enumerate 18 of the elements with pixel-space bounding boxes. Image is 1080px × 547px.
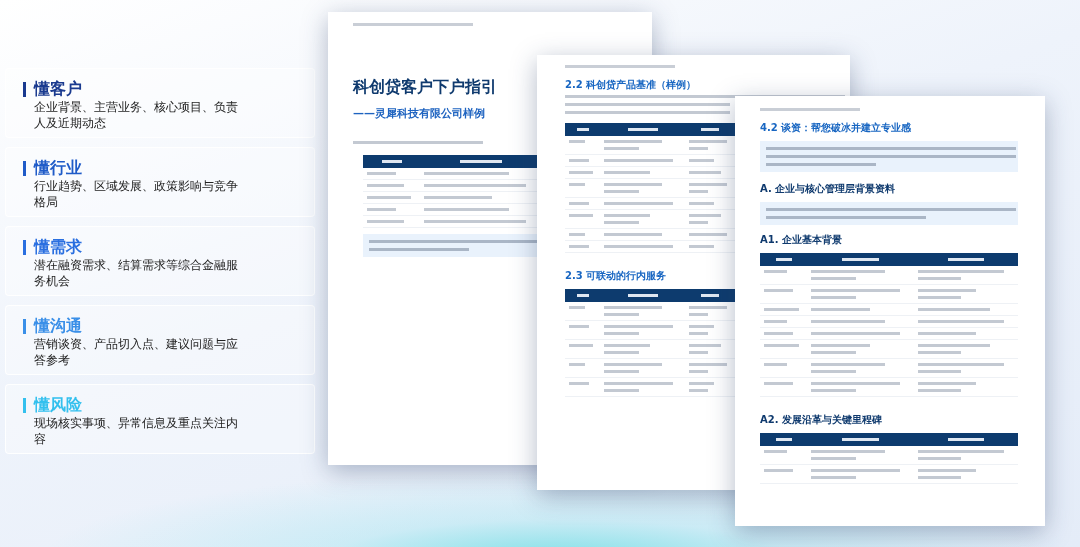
feature-title: 懂需求 (34, 237, 83, 257)
section-heading: 2.2 科创贷产品基准（样例） (565, 78, 697, 92)
feature-description: 行业趋势、区域发展、政策影响与竞争格局 (34, 178, 238, 210)
feature-title: 懂行业 (34, 158, 83, 178)
section-heading: 2.3 可联动的行内服务 (565, 269, 667, 283)
feature-description: 企业背景、主营业务、核心项目、负责人及近期动态 (34, 99, 238, 131)
feature-description: 潜在融资需求、结算需求等综合金融服务机会 (34, 257, 238, 289)
subsection-heading: A2. 发展沿革与关键里程碑 (760, 413, 882, 427)
subsection-heading: A1. 企业基本背景 (760, 233, 842, 247)
feature-description: 营销谈资、产品切入点、建议问题与应答参考 (34, 336, 238, 368)
feature-title: 懂沟通 (34, 316, 83, 336)
document-title: 科创贷客户下户指引 (353, 76, 497, 98)
feature-description: 现场核实事项、异常信息及重点关注内容 (34, 415, 238, 447)
feature-title: 懂风险 (34, 395, 83, 415)
section-heading: 4.2 谈资：帮您破冰并建立专业感 (760, 121, 912, 135)
document-subtitle: ——灵犀科技有限公司样例 (353, 106, 485, 122)
subsection-heading: A. 企业与核心管理层背景资料 (760, 182, 896, 196)
feature-title: 懂客户 (34, 79, 83, 99)
